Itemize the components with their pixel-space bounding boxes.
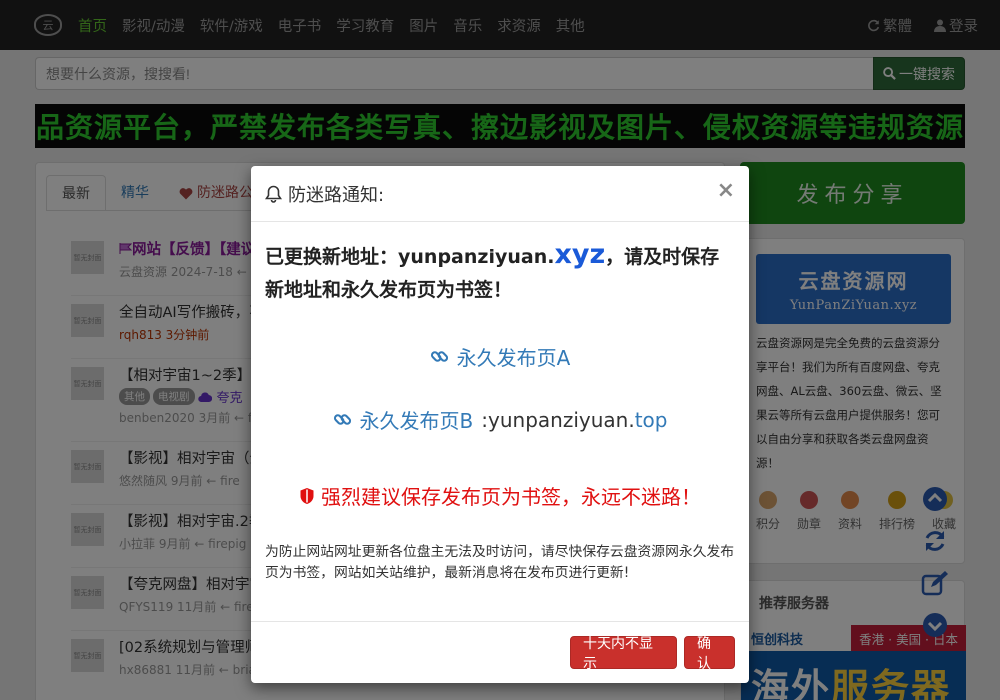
modal-title: 防迷路通知: <box>288 184 385 206</box>
link-icon <box>333 414 351 425</box>
permanent-page-a-label: 永久发布页A <box>456 346 571 370</box>
domain-text: :yunpanziyuan. <box>481 407 635 432</box>
address-tld: xyz <box>554 239 606 270</box>
modal-header: 防迷路通知: × <box>251 166 749 222</box>
confirm-button[interactable]: 确认 <box>684 636 735 672</box>
modal-footer: 十天内不显示 确认 <box>251 621 749 683</box>
link-icon <box>430 351 448 362</box>
bell-icon <box>265 185 282 203</box>
warning-text: 强烈建议保存发布页为书签，永远不迷路！ <box>321 485 701 509</box>
permanent-page-b-link[interactable]: 永久发布页B :yunpanziyuan.top <box>251 405 749 434</box>
permanent-page-a-link[interactable]: 永久发布页A <box>251 342 749 371</box>
shield-icon <box>300 487 314 504</box>
notice-modal: 防迷路通知: × 已更换新地址：yunpanziyuan.xyz，请及时保存新地… <box>251 166 749 683</box>
permanent-page-b-label: 永久发布页B <box>359 409 474 433</box>
modal-note: 为防止网站网址更新各位盘主无法及时访问，请尽快保存云盘资源网永久发布页为书签，网… <box>265 544 735 581</box>
dont-show-10-days-button[interactable]: 十天内不显示 <box>570 636 677 672</box>
address-prefix: 已更换新地址：yunpanziyuan. <box>265 246 555 268</box>
new-address-notice: 已更换新地址：yunpanziyuan.xyz，请及时保存新地址和永久发布页为书… <box>265 238 735 307</box>
domain-tld: top <box>634 407 668 432</box>
bookmark-warning: 强烈建议保存发布页为书签，永远不迷路！ <box>251 481 749 510</box>
permanent-page-b-domain: :yunpanziyuan.top <box>481 408 667 432</box>
close-icon[interactable]: × <box>717 180 735 202</box>
